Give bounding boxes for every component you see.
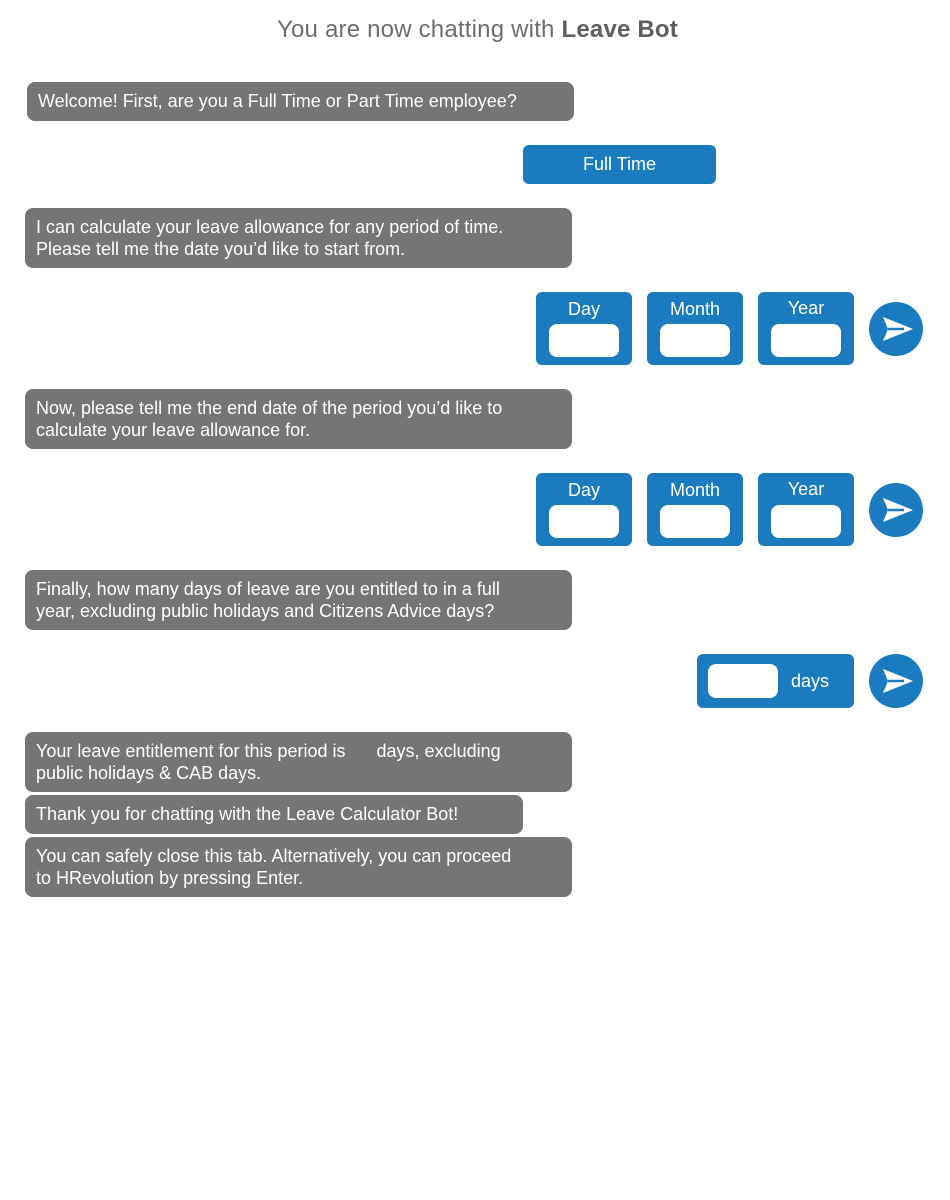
- end-month-input[interactable]: [660, 505, 730, 538]
- bot-message-end-date: Now, please tell me the end date of the …: [25, 389, 572, 449]
- start-year-input[interactable]: [771, 324, 841, 357]
- start-day-input[interactable]: [549, 324, 619, 357]
- end-month-box: Month: [647, 473, 743, 546]
- start-year-label: Year: [787, 298, 825, 318]
- end-year-label: Year: [787, 479, 825, 499]
- days-unit-label: days: [791, 671, 830, 691]
- bot-message-welcome: Welcome! First, are you a Full Time or P…: [27, 82, 574, 121]
- start-month-input[interactable]: [660, 324, 730, 357]
- end-day-label: Day: [567, 480, 600, 500]
- chat-header: You are now chatting with Leave Bot: [0, 16, 950, 44]
- end-day-input[interactable]: [549, 505, 619, 538]
- bot-message-days-entitled: Finally, how many days of leave are you …: [25, 570, 572, 630]
- end-month-label: Month: [669, 480, 721, 500]
- chat-header-prefix: You are now chatting with: [276, 16, 562, 43]
- send-icon: [883, 669, 913, 693]
- result-text-before: Your leave entitlement for this period i…: [36, 741, 346, 761]
- bot-message-close: You can safely close this tab. Alternati…: [25, 837, 572, 897]
- start-date-send-button[interactable]: [869, 302, 923, 356]
- days-entitled-input[interactable]: [708, 664, 778, 698]
- days-send-button[interactable]: [869, 654, 923, 708]
- end-date-send-button[interactable]: [869, 483, 923, 537]
- result-text-line2: public holidays & CAB days.: [36, 763, 262, 783]
- user-choice-full-time[interactable]: Full Time: [523, 145, 716, 184]
- send-icon: [883, 498, 913, 522]
- bot-message-start-date: I can calculate your leave allowance for…: [25, 208, 572, 268]
- start-month-box: Month: [647, 292, 743, 365]
- days-box: days: [697, 654, 854, 708]
- start-year-box: Year: [758, 292, 854, 365]
- bot-message-thanks: Thank you for chatting with the Leave Ca…: [25, 795, 523, 834]
- result-text-after: days, excluding: [376, 741, 501, 761]
- bot-message-result: Your leave entitlement for this period i…: [25, 732, 572, 792]
- start-month-label: Month: [669, 299, 721, 319]
- end-year-input[interactable]: [771, 505, 841, 538]
- bot-name: Leave Bot: [561, 16, 678, 43]
- end-day-box: Day: [536, 473, 632, 546]
- start-day-label: Day: [567, 299, 600, 319]
- send-icon: [883, 317, 913, 341]
- end-year-box: Year: [758, 473, 854, 546]
- start-day-box: Day: [536, 292, 632, 365]
